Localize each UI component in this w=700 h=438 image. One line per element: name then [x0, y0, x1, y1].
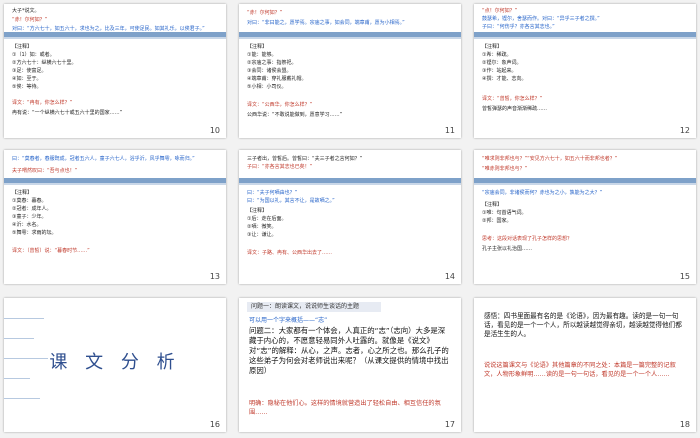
slide-text: ①能：能够。: [247, 52, 277, 58]
slide-text: 【注释】: [12, 190, 33, 196]
slide-thumbnail[interactable]: 三子者出，曾皙后。曾皙曰：“夫三子者之言何如？” 子曰：“亦各言其志也已矣！” …: [239, 150, 461, 284]
slide-thumbnail[interactable]: 课 文 分 析 16: [4, 298, 226, 432]
slide-thumbnail[interactable]: 曰：“莫春者，春服既成，冠者五六人，童子六七人，浴乎沂，风乎舞雩，咏而归。” 夫…: [4, 150, 226, 284]
slide-text: 思考：这段对话表现了孔子怎样的思想？: [482, 236, 573, 242]
slide-number: 10: [209, 126, 220, 135]
slide-text: ③作：站起来。: [482, 68, 517, 74]
slide-text: 子曰：“何伤乎？亦各言其志也。”: [482, 24, 555, 30]
answer-text: 说说这篇课文与《论语》其他篇章的不同之处：本篇是一篇完整的记叙文，人物形象鲜明……: [484, 362, 676, 378]
slide-thumbnail[interactable]: “点！尔何如？” 鼓瑟希，铿尔，舍瑟而作。对曰：“异乎三子者之撰。” 子曰：“何…: [474, 4, 696, 138]
slide-text: 孔子主张以礼治国……: [482, 246, 533, 252]
slide-text: 译文：（曾皙）说：“暮春时节……”: [12, 248, 90, 254]
slide-text: 鼓瑟希，铿尔，舍瑟而作。对曰：“异乎三子者之撰。”: [482, 16, 600, 22]
slide-text: 对曰：“方六七十，如五六十，求也为之，比及三年，可使足民。如其礼乐，以俟君子。”: [12, 26, 205, 32]
slide-text: 三子者出，曾皙后。曾皙曰：“夫三子者之言何如？”: [247, 156, 363, 162]
body-text: 感悟：四书里面最有名的是《论语》，因为最有趣。读的是一句一句话，看见的是一个一个…: [484, 312, 682, 338]
slide-number: 18: [679, 420, 690, 429]
question-text: 问题二：大家都有一个体会，人真正的“志”（志向）大多是深藏于内心的，不愿意轻易同…: [249, 326, 449, 375]
slide-text: ④如：至于。: [12, 76, 42, 82]
slide-text: 曾皙弹瑟的声音渐渐稀疏……: [482, 106, 548, 112]
slide-thumbnail[interactable]: “唯求则非邦也与？”“安见方六七十，如五六十而非邦也者？” “唯赤则非邦也与？”…: [474, 150, 696, 284]
slide-text: ③童子：少年。: [12, 214, 47, 220]
slide-text: ③会同：诸侯会盟。: [247, 68, 292, 74]
slide-text: ①唯：句首语气词。: [482, 210, 527, 216]
slide-text: ③让：谦让。: [247, 232, 277, 238]
slide-thumbnail[interactable]: 问题一：朗读课文，说说师生谈话的主题 可以用一个字来概括——“志” 问题二：大家…: [239, 298, 461, 432]
slide-text: 曰：“夫子何哂由也？”: [247, 190, 298, 196]
slide-text: “赤！尔何如？”: [247, 10, 283, 16]
slide-number: 13: [209, 272, 220, 281]
slide-number: 11: [444, 126, 455, 135]
slide-text: ⑤小相：小司仪。: [247, 84, 287, 90]
slide-text: ①后：走在后面。: [247, 216, 287, 222]
slide-text: ①希：稀疏。: [482, 52, 512, 58]
slide-text: ②方六七十：纵横六七十里。: [12, 60, 77, 66]
slide-thumbnail[interactable]: “赤！尔何如？” 对曰：“非曰能之，愿学焉。宗庙之事，如会同，端章甫，愿为小相焉…: [239, 4, 461, 138]
slide-text: ⑤舞雩：求雨的坛。: [12, 230, 57, 236]
slide-text: 译文：子路、冉有、公西华出去了……: [247, 250, 333, 256]
section-title: 课 文 分 析: [49, 352, 181, 373]
slide-text: “唯赤则非邦也与？”: [482, 166, 528, 172]
slide-thumbnail[interactable]: 感悟：四书里面最有名的是《论语》，因为最有趣。读的是一句一句话，看见的是一个一个…: [474, 298, 696, 432]
answer-text: 明确：隐秘在他们心。这样的情境就营造出了轻松自由、相互信任的氛围……: [249, 400, 441, 416]
slide-number: 15: [679, 272, 690, 281]
slide-text: 译文：“冉有，你怎么样？”: [12, 100, 73, 106]
slide-heading: 可以用一个字来概括——“志”: [249, 317, 328, 324]
slide-text: 译文：“公西华，你怎么样？”: [247, 102, 313, 108]
slide-text: ②宗庙之事：指祭祀。: [247, 60, 297, 66]
slide-text: 【注释】: [12, 44, 33, 50]
slide-text: ④沂：水名。: [12, 222, 42, 228]
slide-text: 译文：“曾皙，你怎么样？”: [482, 96, 543, 102]
slide-text: “赤！尔何如？”: [12, 17, 48, 23]
slide-text: 【注释】: [482, 202, 503, 208]
slide-text: 大子*说文。: [12, 8, 40, 14]
slide-text: ②铿尔：象声词。: [482, 60, 522, 66]
slide-text: 对曰：“非曰能之，愿学焉。宗庙之事，如会同，端章甫，愿为小相焉。”: [247, 20, 405, 26]
slide-text: ①（1）如：或者。: [12, 52, 55, 58]
slide-text: 曰：“为国以礼，其言不让，是故哂之。”: [247, 198, 335, 204]
slide-text: ②冠者：成年人。: [12, 206, 52, 212]
slide-text: ③足：使富足。: [12, 68, 47, 74]
slide-text: “宗庙会同，非诸侯而何？赤也为之小，孰能为之大？”: [482, 190, 603, 196]
slide-text: 曰：“莫春者，春服既成，冠者五六人，童子六七人，浴乎沂，风乎舞雩，咏而归。”: [12, 156, 195, 162]
slide-text: 【注释】: [482, 44, 503, 50]
slide-number: 16: [209, 420, 220, 429]
slide-text: 【注释】: [247, 208, 268, 214]
slide-number: 12: [679, 126, 690, 135]
slide-text: ⑤俟：等待。: [12, 84, 42, 90]
slide-number: 14: [444, 272, 455, 281]
slide-text: 公西华说：“不敢说能做到，愿意学习……”: [247, 112, 343, 118]
slide-text: 冉有说：“一个纵横六七十或五六十里的国家……”: [12, 110, 123, 116]
slide-text: ②邦：国家。: [482, 218, 512, 224]
slide-text: “唯求则非邦也与？”“安见方六七十，如五六十而非邦也者？”: [482, 156, 618, 162]
slide-text: 【注释】: [247, 44, 268, 50]
slide-text: ②哂：微笑。: [247, 224, 277, 230]
slide-text: 子曰：“亦各言其志也已矣！”: [247, 164, 313, 170]
question-banner: 问题一：朗读课文，说说师生谈话的主题: [247, 302, 381, 312]
slide-text: ①莫春：暮春。: [12, 198, 47, 204]
slide-text: ④端章甫：穿礼服戴礼帽。: [247, 76, 307, 82]
slide-number: 17: [444, 420, 455, 429]
slide-thumbnail[interactable]: 大子*说文。 “赤！尔何如？” 对曰：“方六七十，如五六十，求也为之，比及三年，…: [4, 4, 226, 138]
slide-text: ④撰：才能、志向。: [482, 76, 527, 82]
slide-text: “点！尔何如？”: [482, 8, 518, 14]
slide-text: 夫子喟然叹曰：“吾与点也！”: [12, 168, 78, 174]
